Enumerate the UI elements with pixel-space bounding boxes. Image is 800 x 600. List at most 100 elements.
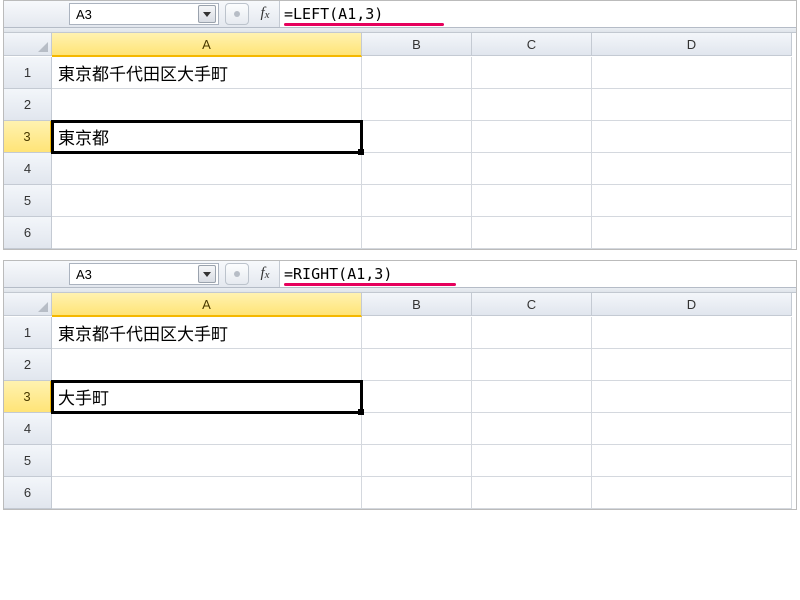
- formula-input[interactable]: =LEFT(A1,3): [279, 1, 796, 27]
- cell-D4[interactable]: [592, 413, 792, 445]
- select-all-corner[interactable]: [4, 33, 52, 56]
- cell-A1[interactable]: 東京都千代田区大手町: [52, 317, 362, 349]
- row-header[interactable]: 2: [4, 349, 52, 381]
- formula-button-group: [225, 1, 249, 27]
- cell-D2[interactable]: [592, 349, 792, 381]
- cell-C5[interactable]: [472, 445, 592, 477]
- cell-C6[interactable]: [472, 217, 592, 249]
- cell-A3[interactable]: 東京都: [52, 121, 362, 153]
- cell-A4[interactable]: [52, 153, 362, 185]
- cell-B5[interactable]: [362, 185, 472, 217]
- select-all-corner[interactable]: [4, 293, 52, 316]
- insert-function-button[interactable]: fx: [251, 261, 279, 285]
- row-header[interactable]: 6: [4, 477, 52, 509]
- cell-B2[interactable]: [362, 89, 472, 121]
- column-header[interactable]: D: [592, 293, 792, 316]
- cell-grid[interactable]: A B CD 1 東京都千代田区大手町 2 3 東京都456: [4, 33, 796, 249]
- column-header[interactable]: A: [52, 33, 362, 57]
- name-box[interactable]: A3: [69, 3, 219, 25]
- formula-text: =LEFT(A1,3): [284, 5, 383, 23]
- cell-D6[interactable]: [592, 217, 792, 249]
- column-header[interactable]: A: [52, 293, 362, 317]
- row-header-label: 2: [24, 97, 31, 112]
- cell-D3[interactable]: [592, 381, 792, 413]
- cell-B6[interactable]: [362, 217, 472, 249]
- chevron-down-icon: [203, 272, 211, 277]
- cell-A5[interactable]: [52, 185, 362, 217]
- row-header[interactable]: 6: [4, 217, 52, 249]
- cell-D6[interactable]: [592, 477, 792, 509]
- cell-B1[interactable]: [362, 317, 472, 349]
- row-header[interactable]: 3: [4, 381, 52, 413]
- cell-D1[interactable]: [592, 317, 792, 349]
- formula-expand-button[interactable]: [225, 263, 249, 285]
- cell-D3[interactable]: [592, 121, 792, 153]
- cell-B3[interactable]: [362, 121, 472, 153]
- cell-C2[interactable]: [472, 89, 592, 121]
- name-box-dropdown-icon[interactable]: [198, 5, 216, 23]
- row-header[interactable]: 5: [4, 445, 52, 477]
- cell-B6[interactable]: [362, 477, 472, 509]
- cell-A3[interactable]: 大手町: [52, 381, 362, 413]
- name-box[interactable]: A3: [69, 263, 219, 285]
- cell-C1[interactable]: [472, 57, 592, 89]
- cell-A2[interactable]: [52, 349, 362, 381]
- column-header-label: B: [412, 297, 421, 312]
- row-header[interactable]: 4: [4, 413, 52, 445]
- circle-icon: [234, 271, 240, 277]
- cell-value: 東京都千代田区大手町: [58, 320, 228, 345]
- cell-D2[interactable]: [592, 89, 792, 121]
- cell-grid[interactable]: A B C D 1東京都千代田区大手町2 3 大手町456: [4, 293, 796, 509]
- cell-A6[interactable]: [52, 477, 362, 509]
- cell-C3[interactable]: [472, 121, 592, 153]
- cell-D1[interactable]: [592, 57, 792, 89]
- formula-input[interactable]: =RIGHT(A1,3): [279, 261, 796, 287]
- cell-D4[interactable]: [592, 153, 792, 185]
- formula-expand-button[interactable]: [225, 3, 249, 25]
- row-header[interactable]: 4: [4, 153, 52, 185]
- cell-B4[interactable]: [362, 153, 472, 185]
- cell-D5[interactable]: [592, 445, 792, 477]
- cell-B4[interactable]: [362, 413, 472, 445]
- cell-A2[interactable]: [52, 89, 362, 121]
- insert-function-button[interactable]: fx: [251, 1, 279, 25]
- cell-C2[interactable]: [472, 349, 592, 381]
- formula-bar: A3 fx=RIGHT(A1,3): [4, 261, 796, 288]
- column-header[interactable]: D: [592, 33, 792, 56]
- row-header[interactable]: 1: [4, 57, 52, 89]
- cell-A4[interactable]: [52, 413, 362, 445]
- name-box-dropdown-icon[interactable]: [198, 265, 216, 283]
- name-box-value: A3: [76, 7, 92, 22]
- cell-C5[interactable]: [472, 185, 592, 217]
- column-header[interactable]: B: [362, 33, 472, 56]
- column-header[interactable]: C: [472, 293, 592, 316]
- column-header-label: A: [202, 297, 211, 312]
- cell-D5[interactable]: [592, 185, 792, 217]
- name-box-value: A3: [76, 267, 92, 282]
- cell-B1[interactable]: [362, 57, 472, 89]
- row-header-label: 3: [23, 389, 30, 404]
- annotation-underline: [284, 283, 456, 286]
- column-header[interactable]: C: [472, 33, 592, 56]
- cell-C6[interactable]: [472, 477, 592, 509]
- cell-value: 東京都: [58, 124, 109, 149]
- cell-C1[interactable]: [472, 317, 592, 349]
- cell-A6[interactable]: [52, 217, 362, 249]
- cell-C4[interactable]: [472, 153, 592, 185]
- cell-A5[interactable]: [52, 445, 362, 477]
- cell-C3[interactable]: [472, 381, 592, 413]
- cell-B5[interactable]: [362, 445, 472, 477]
- cell-B3[interactable]: [362, 381, 472, 413]
- column-header-label: B: [412, 37, 421, 52]
- column-header-label: D: [687, 297, 696, 312]
- row-header[interactable]: 2: [4, 89, 52, 121]
- row-header[interactable]: 3: [4, 121, 52, 153]
- column-header[interactable]: B: [362, 293, 472, 316]
- cell-A1[interactable]: 東京都千代田区大手町: [52, 57, 362, 89]
- row-header-label: 1: [24, 65, 31, 80]
- cell-C4[interactable]: [472, 413, 592, 445]
- row-header[interactable]: 1: [4, 317, 52, 349]
- cell-B2[interactable]: [362, 349, 472, 381]
- row-header[interactable]: 5: [4, 185, 52, 217]
- row-header-label: 3: [23, 129, 30, 144]
